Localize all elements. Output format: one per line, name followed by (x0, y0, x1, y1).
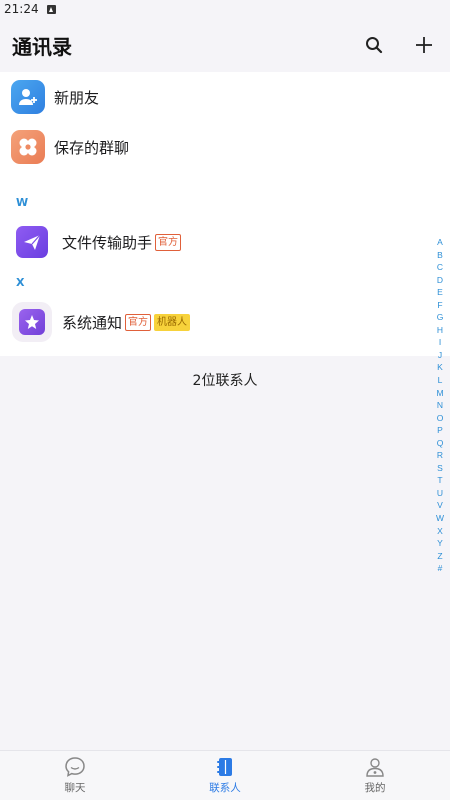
bot-badge: 机器人 (154, 313, 191, 331)
index-letter[interactable]: U (437, 487, 443, 500)
contacts-book-icon (217, 758, 232, 776)
contact-file-transfer[interactable]: 文件传输助手 官方 (0, 216, 450, 268)
index-letter[interactable]: Q (437, 437, 444, 450)
index-letter[interactable]: K (437, 361, 443, 374)
tab-contacts[interactable]: 联系人 (185, 756, 265, 795)
index-letter[interactable]: H (437, 324, 443, 337)
index-letter[interactable]: I (439, 336, 441, 349)
index-letter[interactable]: V (437, 499, 443, 512)
group-clover-icon (11, 130, 45, 164)
saved-groups-item[interactable]: 保存的群聊 (0, 122, 450, 172)
index-letter[interactable]: W (436, 512, 444, 525)
paper-plane-icon (12, 222, 52, 262)
chat-bubble-icon (65, 757, 85, 777)
index-letter[interactable]: P (437, 424, 443, 437)
index-letter[interactable]: J (438, 349, 442, 362)
index-letter[interactable]: Y (437, 537, 443, 550)
star-sparkle-icon (12, 302, 52, 342)
index-letter[interactable]: B (437, 249, 443, 262)
section-header-x: X (16, 275, 25, 289)
index-letter[interactable]: T (437, 474, 442, 487)
section-header-w: W (16, 195, 29, 209)
add-icon[interactable] (412, 33, 436, 57)
index-letter[interactable]: A (437, 236, 443, 249)
contact-name: 文件传输助手 (62, 233, 153, 252)
saved-groups-label: 保存的群聊 (54, 138, 130, 157)
tab-profile[interactable]: 我的 (335, 756, 415, 795)
tab-chat-label: 聊天 (64, 782, 86, 794)
contacts-list: 新朋友 保存的群聊 W 文件传输助手 官方 X 系统通知 官方 机器人 (0, 72, 450, 356)
index-letter[interactable]: S (437, 462, 443, 475)
new-friends-item[interactable]: 新朋友 (0, 72, 450, 122)
index-letter[interactable]: # (438, 562, 443, 575)
official-badge: 官方 (155, 233, 182, 251)
bottom-tab-bar: 聊天 联系人 我的 (0, 750, 450, 800)
index-letter[interactable]: F (437, 299, 442, 312)
search-icon[interactable] (362, 33, 386, 57)
new-friends-label: 新朋友 (54, 88, 100, 107)
index-letter[interactable]: Z (437, 550, 442, 563)
header-actions (362, 33, 436, 57)
tab-contacts-label: 联系人 (209, 782, 241, 794)
index-letter[interactable]: R (437, 449, 443, 462)
index-letter[interactable]: G (437, 311, 444, 324)
page-title: 通讯录 (12, 34, 72, 59)
index-letter[interactable]: D (437, 274, 443, 287)
official-badge: 官方 (125, 313, 152, 331)
add-user-icon (11, 80, 45, 114)
notification-icon (46, 4, 56, 14)
index-letter[interactable]: C (437, 261, 443, 274)
index-letter[interactable]: O (437, 412, 444, 425)
tab-profile-label: 我的 (364, 782, 386, 794)
index-letter[interactable]: E (437, 286, 443, 299)
status-bar: 21:24 (0, 0, 450, 18)
contact-count: 2位联系人 (192, 373, 258, 389)
index-letter[interactable]: L (438, 374, 443, 387)
contact-system-notice[interactable]: 系统通知 官方 机器人 (0, 296, 450, 356)
alphabet-index[interactable]: A B C D E F G H I J K L M N O P Q R S T U V W X Y Z # (434, 236, 446, 575)
status-time: 21:24 (4, 2, 39, 16)
index-letter[interactable]: N (437, 399, 443, 412)
index-letter[interactable]: X (437, 525, 443, 538)
tab-chat[interactable]: 聊天 (35, 756, 115, 795)
header: 通讯录 (0, 18, 450, 72)
contact-name: 系统通知 (62, 313, 123, 332)
index-letter[interactable]: M (436, 387, 443, 400)
profile-icon (366, 758, 384, 777)
